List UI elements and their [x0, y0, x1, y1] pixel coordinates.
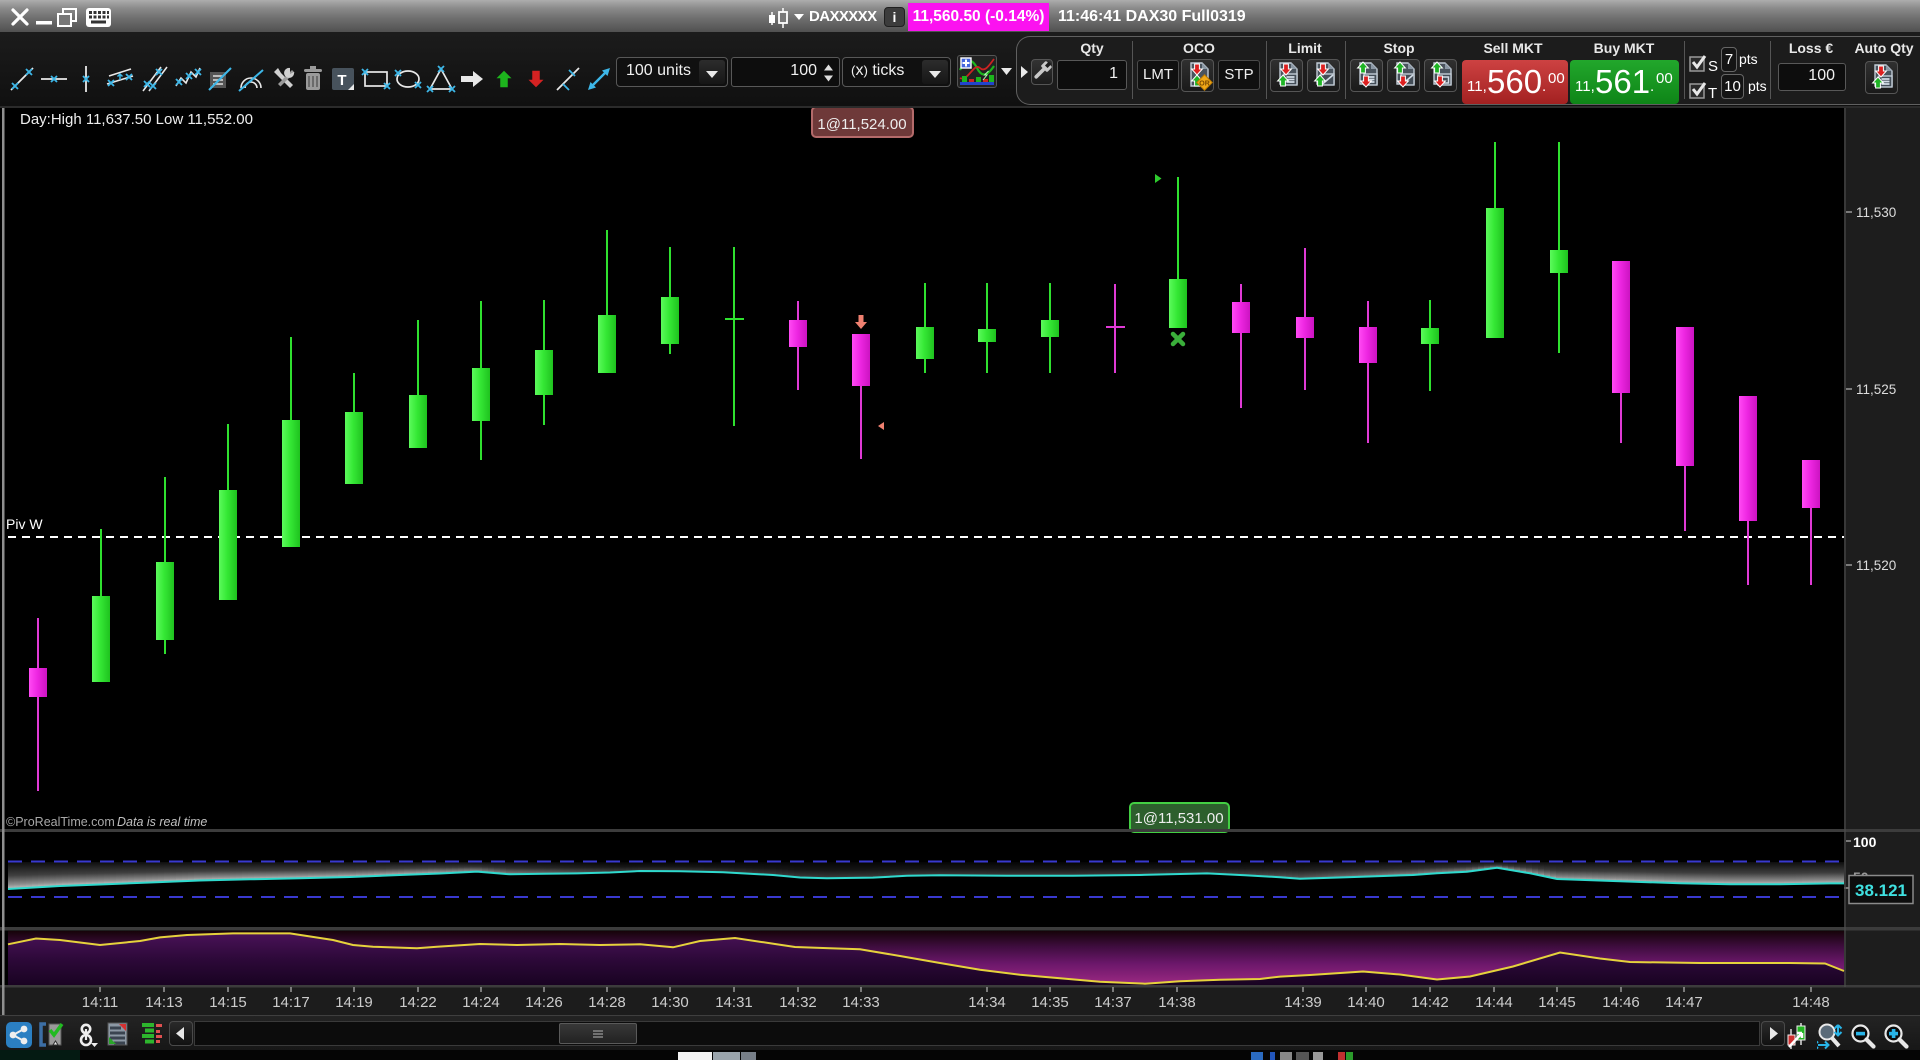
svg-text:14:28: 14:28 — [588, 994, 626, 1011]
svg-text:©ProRealTime.com: ©ProRealTime.com — [6, 815, 115, 829]
svg-text:14:31: 14:31 — [715, 994, 753, 1011]
svg-text:Data is real time: Data is real time — [117, 815, 207, 829]
svg-text:14:34: 14:34 — [968, 994, 1006, 1011]
svg-text:14:19: 14:19 — [335, 994, 373, 1011]
svg-text:14:48: 14:48 — [1792, 994, 1830, 1011]
svg-text:1@11,524.00: 1@11,524.00 — [817, 116, 906, 133]
svg-text:14:45: 14:45 — [1538, 994, 1576, 1011]
svg-text:14:22: 14:22 — [399, 994, 437, 1011]
svg-text:14:42: 14:42 — [1411, 994, 1449, 1011]
svg-text:11,520: 11,520 — [1856, 558, 1896, 573]
svg-text:14:32: 14:32 — [779, 994, 817, 1011]
svg-text:11,530: 11,530 — [1856, 205, 1896, 220]
svg-text:T: T — [1708, 85, 1717, 102]
svg-text:38.121: 38.121 — [1855, 881, 1907, 900]
svg-text:1@11,531.00: 1@11,531.00 — [1134, 810, 1223, 827]
svg-text:14:13: 14:13 — [145, 994, 183, 1011]
svg-text:S: S — [1708, 58, 1718, 75]
svg-text:14:39: 14:39 — [1284, 994, 1322, 1011]
svg-text:14:46: 14:46 — [1602, 994, 1640, 1011]
svg-text:14:30: 14:30 — [651, 994, 689, 1011]
svg-text:14:44: 14:44 — [1475, 994, 1513, 1011]
svg-text:OR: OR — [1199, 81, 1210, 88]
svg-text:11,525: 11,525 — [1856, 382, 1896, 397]
svg-text:14:37: 14:37 — [1094, 994, 1132, 1011]
svg-text:100: 100 — [1853, 834, 1877, 850]
svg-text:14:35: 14:35 — [1031, 994, 1069, 1011]
svg-text:14:26: 14:26 — [525, 994, 563, 1011]
svg-text:14:38: 14:38 — [1158, 994, 1196, 1011]
svg-text:14:17: 14:17 — [272, 994, 310, 1011]
svg-text:14:47: 14:47 — [1665, 994, 1703, 1011]
svg-text:T: T — [337, 72, 346, 89]
svg-text:14:40: 14:40 — [1347, 994, 1385, 1011]
svg-text:14:33: 14:33 — [842, 994, 880, 1011]
svg-text:14:11: 14:11 — [82, 994, 118, 1011]
svg-text:Day:High 11,637.50 Low 11,552.: Day:High 11,637.50 Low 11,552.00 — [20, 111, 253, 128]
svg-text:14:15: 14:15 — [209, 994, 247, 1011]
svg-text:Piv W: Piv W — [6, 516, 43, 532]
svg-text:14:24: 14:24 — [462, 994, 500, 1011]
